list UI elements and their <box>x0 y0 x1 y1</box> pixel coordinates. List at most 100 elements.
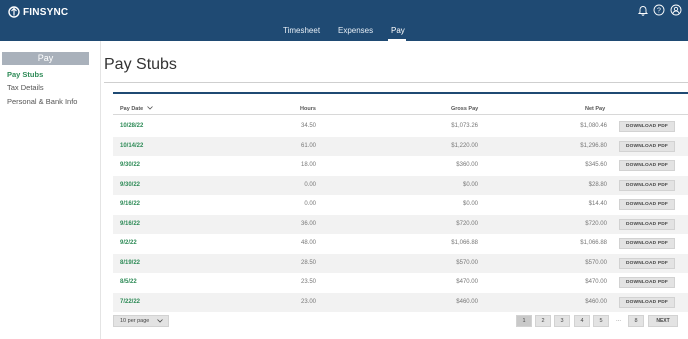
pay-date-link[interactable]: 9/30/22 <box>120 156 140 176</box>
svg-text:?: ? <box>657 8 661 15</box>
tab-expenses[interactable]: Expenses <box>338 26 373 35</box>
table-row: 7/22/22 23.00 $460.00 $460.00 DOWNLOAD P… <box>113 292 688 313</box>
table-row: 9/16/22 0.00 $0.00 $14.40 DOWNLOAD PDF <box>113 195 688 215</box>
page-button-1[interactable]: 1 <box>516 315 532 327</box>
net-pay-cell: $1,296.80 <box>580 142 607 149</box>
hours-cell: 0.00 <box>304 201 316 207</box>
net-pay-cell: $470.00 <box>585 279 607 285</box>
download-pdf-button[interactable]: DOWNLOAD PDF <box>619 218 675 230</box>
page-button-3[interactable]: 3 <box>554 315 570 327</box>
download-pdf-button[interactable]: DOWNLOAD PDF <box>619 238 675 249</box>
pay-date-link[interactable]: 9/16/22 <box>120 195 140 215</box>
download-pdf-button[interactable]: DOWNLOAD PDF <box>619 257 675 269</box>
hours-cell: 28.50 <box>300 259 316 266</box>
gross-pay-cell: $470.00 <box>456 279 478 285</box>
hours-cell: 61.00 <box>300 142 316 149</box>
gross-pay-cell: $0.00 <box>462 201 478 207</box>
title-divider <box>104 82 688 83</box>
sidebar-header: Pay <box>2 52 89 65</box>
column-header-gross-pay: Gross Pay <box>451 106 479 112</box>
next-label: NEXT <box>656 318 670 324</box>
page-button-2[interactable]: 2 <box>535 315 551 327</box>
table-row: 9/30/22 18.00 $360.00 $345.60 DOWNLOAD P… <box>113 156 688 176</box>
column-header-hours: Hours <box>300 106 316 112</box>
net-pay-cell: $1,080.46 <box>580 123 607 129</box>
sidebar-divider <box>100 41 101 339</box>
pay-date-link[interactable]: 10/28/22 <box>120 117 143 137</box>
table-row: 9/30/22 0.00 $0.00 $28.80 DOWNLOAD PDF <box>113 175 688 196</box>
pay-date-link[interactable]: 9/30/22 <box>120 176 140 196</box>
download-pdf-button[interactable]: DOWNLOAD PDF <box>619 296 675 308</box>
download-pdf-button[interactable]: DOWNLOAD PDF <box>619 179 675 191</box>
pagination-ellipsis: ... <box>616 317 622 323</box>
next-page-button[interactable]: NEXT <box>648 315 678 327</box>
pay-date-header-label: Pay Date <box>120 106 144 112</box>
active-tab-indicator <box>388 39 406 41</box>
header-divider <box>113 114 688 115</box>
pay-date-link[interactable]: 7/22/22 <box>120 293 140 313</box>
page-title: Pay Stubs <box>104 56 177 73</box>
pay-date-link[interactable]: 10/14/22 <box>120 137 143 157</box>
net-pay-cell: $460.00 <box>585 298 607 305</box>
net-pay-cell: $28.80 <box>588 181 607 188</box>
download-pdf-button[interactable]: DOWNLOAD PDF <box>619 121 675 132</box>
gross-pay-cell: $1,220.00 <box>451 142 478 149</box>
main-nav: Timesheet Expenses Pay <box>0 26 688 38</box>
sidebar-item-tax-details[interactable]: Tax Details <box>7 83 44 92</box>
net-pay-cell: $1,066.88 <box>580 240 607 246</box>
hours-cell: 0.00 <box>304 181 316 188</box>
hours-cell: 34.50 <box>300 123 316 129</box>
hours-cell: 18.00 <box>300 162 316 168</box>
gross-pay-cell: $1,073.26 <box>451 123 478 129</box>
finsync-logo[interactable]: FINSYNC <box>8 5 68 19</box>
gross-pay-cell: $0.00 <box>462 181 478 188</box>
net-pay-cell: $345.60 <box>585 162 607 168</box>
bell-icon[interactable] <box>637 4 649 16</box>
pay-date-link[interactable]: 8/19/22 <box>120 254 140 274</box>
per-page-select[interactable]: 10 per page <box>113 315 169 327</box>
chevron-down-icon <box>157 319 163 323</box>
pay-date-link[interactable]: 9/16/22 <box>120 215 140 235</box>
page-button-4[interactable]: 4 <box>574 315 590 327</box>
hours-cell: 36.00 <box>300 220 316 227</box>
download-pdf-button[interactable]: DOWNLOAD PDF <box>619 277 675 288</box>
gross-pay-cell: $720.00 <box>456 220 478 227</box>
gross-pay-cell: $360.00 <box>456 162 478 168</box>
sidebar-item-personal-bank-info[interactable]: Personal & Bank Info <box>7 97 77 106</box>
download-pdf-button[interactable]: DOWNLOAD PDF <box>619 160 675 171</box>
sort-down-icon <box>146 106 153 110</box>
logo-text: FINSYNC <box>23 6 69 18</box>
table-top-border <box>113 92 688 94</box>
net-pay-cell: $720.00 <box>585 220 607 227</box>
table-row: 8/19/22 28.50 $570.00 $570.00 DOWNLOAD P… <box>113 253 688 274</box>
page-button-last[interactable]: 8 <box>628 315 644 327</box>
net-pay-cell: $14.40 <box>588 201 607 207</box>
top-nav-bar: FINSYNC ? Timesheet Expenses Pay <box>0 0 688 41</box>
tab-timesheet[interactable]: Timesheet <box>283 26 320 35</box>
sidebar-item-pay-stubs[interactable]: Pay Stubs <box>7 70 43 79</box>
per-page-value: 10 per page <box>120 318 150 324</box>
hours-cell: 48.00 <box>300 240 316 246</box>
hours-cell: 23.00 <box>300 298 316 305</box>
page-button-5[interactable]: 5 <box>593 315 609 327</box>
pay-date-link[interactable]: 9/2/22 <box>120 234 137 254</box>
gross-pay-cell: $1,066.88 <box>451 240 478 246</box>
gross-pay-cell: $570.00 <box>456 259 478 266</box>
download-pdf-button[interactable]: DOWNLOAD PDF <box>619 199 675 210</box>
table-row: 9/16/22 36.00 $720.00 $720.00 DOWNLOAD P… <box>113 214 688 235</box>
table-row: 10/28/22 34.50 $1,073.26 $1,080.46 DOWNL… <box>113 117 688 137</box>
net-pay-cell: $570.00 <box>585 259 607 266</box>
table-row: 8/5/22 23.50 $470.00 $470.00 DOWNLOAD PD… <box>113 273 688 293</box>
column-header-pay-date[interactable]: Pay Date <box>120 106 153 112</box>
pay-date-link[interactable]: 8/5/22 <box>120 273 137 293</box>
column-header-net-pay: Net Pay <box>585 106 606 112</box>
finsync-logo-icon <box>8 6 20 18</box>
user-icon[interactable] <box>670 4 682 16</box>
download-pdf-button[interactable]: DOWNLOAD PDF <box>619 140 675 152</box>
table-row: 9/2/22 48.00 $1,066.88 $1,066.88 DOWNLOA… <box>113 234 688 254</box>
hours-cell: 23.50 <box>300 279 316 285</box>
tab-pay[interactable]: Pay <box>391 26 405 35</box>
table-row: 10/14/22 61.00 $1,220.00 $1,296.80 DOWNL… <box>113 136 688 157</box>
help-icon[interactable]: ? <box>653 4 665 16</box>
gross-pay-cell: $460.00 <box>456 298 478 305</box>
